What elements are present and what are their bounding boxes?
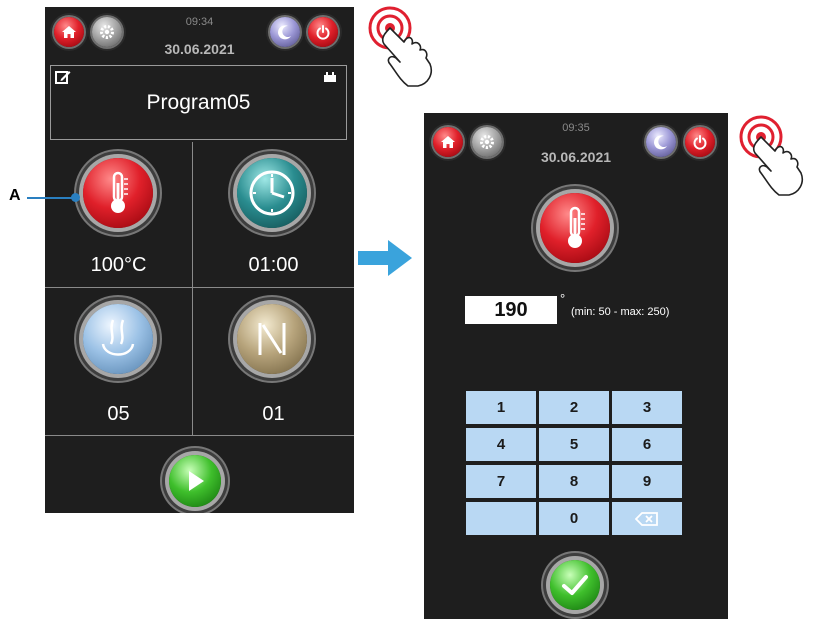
callout-label: A (9, 187, 21, 204)
key-3[interactable]: 3 (612, 391, 682, 424)
battery-icon (324, 72, 336, 82)
unit-symbol: ° (560, 291, 566, 306)
damper-button[interactable] (237, 304, 307, 374)
time-button[interactable] (237, 158, 307, 228)
temperature-value: 100°C (90, 254, 147, 276)
clock-time: 09:34 (185, 16, 214, 28)
date-display: 30.06.2021 (540, 149, 612, 165)
thermometer-icon (568, 206, 585, 248)
damper-tile[interactable]: 01 (193, 288, 354, 435)
key-5[interactable]: 5 (539, 428, 609, 461)
damper-icon (258, 323, 286, 355)
touch-gesture-icon-2 (739, 115, 804, 196)
temperature-button[interactable] (83, 158, 153, 228)
steam-icon (101, 319, 135, 356)
left-screen: 09:34 30.06.2021 Program05 100°C 01:00 0… (45, 7, 354, 513)
power-icon (316, 25, 330, 40)
key-9[interactable]: 9 (612, 465, 682, 498)
steam-value: 05 (107, 403, 130, 425)
clock-icon (249, 170, 295, 216)
power-button[interactable] (685, 127, 715, 157)
key-4[interactable]: 4 (466, 428, 536, 461)
moon-icon (654, 135, 667, 150)
key-6[interactable]: 6 (612, 428, 682, 461)
edit-icon[interactable] (55, 69, 71, 85)
program-name: Program05 (146, 91, 251, 114)
power-button[interactable] (308, 17, 338, 47)
program-box[interactable]: Program05 (50, 65, 347, 140)
sleep-button[interactable] (270, 17, 300, 47)
backspace-icon (635, 511, 658, 526)
clock-time: 09:35 (562, 122, 590, 134)
key-7[interactable]: 7 (466, 465, 536, 498)
range-hint: (min: 50 - max: 250) (571, 306, 670, 318)
thermometer-icon (111, 171, 128, 213)
callout-dot (71, 193, 80, 202)
steam-tile[interactable]: 05 (45, 288, 192, 435)
key-8[interactable]: 8 (539, 465, 609, 498)
moon-icon (278, 25, 291, 40)
right-screen: 09:35 30.06.2021 190 ° (min: 50 - max: 2… (424, 113, 728, 619)
key-2[interactable]: 2 (539, 391, 609, 424)
power-icon (693, 135, 707, 150)
time-tile[interactable]: 01:00 (193, 142, 354, 287)
key-1[interactable]: 1 (466, 391, 536, 424)
temperature-indicator (540, 193, 610, 263)
home-icon (441, 136, 455, 148)
play-icon (189, 471, 204, 491)
temperature-tile[interactable]: 100°C (45, 142, 192, 287)
touch-gesture-icon (368, 6, 433, 87)
damper-value: 01 (262, 403, 285, 425)
confirm-button[interactable] (550, 560, 600, 610)
steam-button[interactable] (83, 304, 153, 374)
start-button[interactable] (169, 455, 221, 507)
key-blank (466, 502, 536, 535)
backspace-key[interactable] (612, 502, 682, 535)
date-display: 30.06.2021 (164, 41, 235, 57)
tile-divider-bottom (45, 435, 354, 436)
callout-line (27, 197, 75, 199)
sleep-button[interactable] (646, 127, 676, 157)
check-icon (562, 575, 588, 595)
time-value: 01:00 (248, 254, 299, 276)
arrow-right-icon (358, 240, 412, 276)
temperature-input[interactable]: 190 (465, 296, 557, 324)
key-0[interactable]: 0 (539, 502, 609, 535)
